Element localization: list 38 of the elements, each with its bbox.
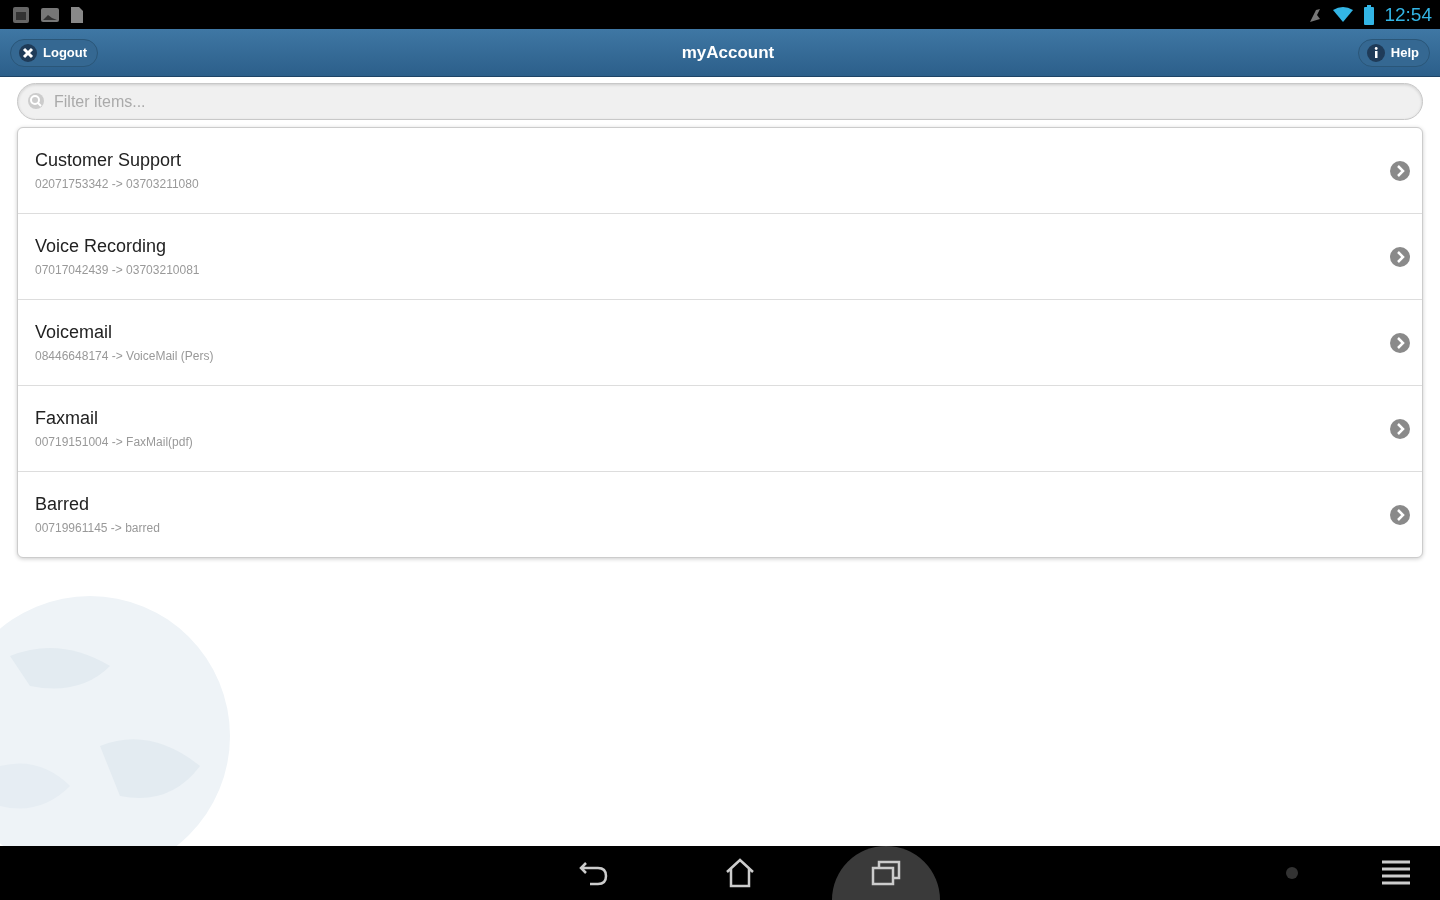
calendar-icon bbox=[12, 5, 30, 24]
item-subtitle: 00719151004 -> FaxMail(pdf) bbox=[35, 435, 193, 449]
item-title: Customer Support bbox=[35, 150, 183, 171]
home-icon bbox=[724, 858, 756, 888]
page-title: myAccount bbox=[681, 42, 775, 63]
item-title: Voice Recording bbox=[35, 236, 168, 257]
clock-time: 12:54 bbox=[1384, 3, 1432, 26]
close-icon bbox=[19, 43, 37, 62]
image-icon bbox=[40, 5, 60, 24]
dot-icon bbox=[1286, 867, 1298, 879]
list-item[interactable]: Voice Recording 07017042439 -> 03703210081 bbox=[18, 214, 1422, 300]
wifi-icon bbox=[1332, 6, 1355, 23]
item-title: Faxmail bbox=[35, 408, 99, 429]
logout-button[interactable]: Logout bbox=[10, 38, 99, 67]
help-button[interactable]: Help bbox=[1357, 38, 1430, 67]
document-icon bbox=[70, 5, 84, 24]
item-title: Voicemail bbox=[35, 322, 114, 343]
list-item[interactable]: Barred 00719961145 -> barred bbox=[18, 472, 1422, 557]
battery-icon bbox=[1364, 4, 1375, 25]
chevron-right-icon bbox=[1390, 246, 1410, 267]
item-title: Barred bbox=[35, 494, 91, 515]
chevron-right-icon bbox=[1390, 418, 1410, 439]
menu-icon bbox=[1382, 860, 1410, 886]
back-icon bbox=[578, 859, 610, 887]
item-subtitle: 00719961145 -> barred bbox=[35, 521, 160, 535]
item-subtitle: 02071753342 -> 03703211080 bbox=[35, 177, 199, 191]
recent-apps-icon bbox=[870, 859, 902, 887]
item-subtitle: 08446648174 -> VoiceMail (Pers) bbox=[35, 349, 214, 363]
chevron-right-icon bbox=[1390, 160, 1410, 181]
chevron-right-icon bbox=[1390, 332, 1410, 353]
item-subtitle: 07017042439 -> 03703210081 bbox=[35, 263, 200, 277]
info-icon bbox=[1366, 43, 1385, 62]
search-field[interactable]: Filter items... bbox=[17, 83, 1423, 120]
search-icon bbox=[27, 92, 45, 110]
chevron-right-icon bbox=[1390, 504, 1410, 525]
list-item[interactable]: Faxmail 00719151004 -> FaxMail(pdf) bbox=[18, 386, 1422, 472]
list-item[interactable]: Customer Support 02071753342 -> 03703211080 bbox=[18, 128, 1422, 214]
list-item[interactable]: Voicemail 08446648174 -> VoiceMail (Pers) bbox=[18, 300, 1422, 386]
